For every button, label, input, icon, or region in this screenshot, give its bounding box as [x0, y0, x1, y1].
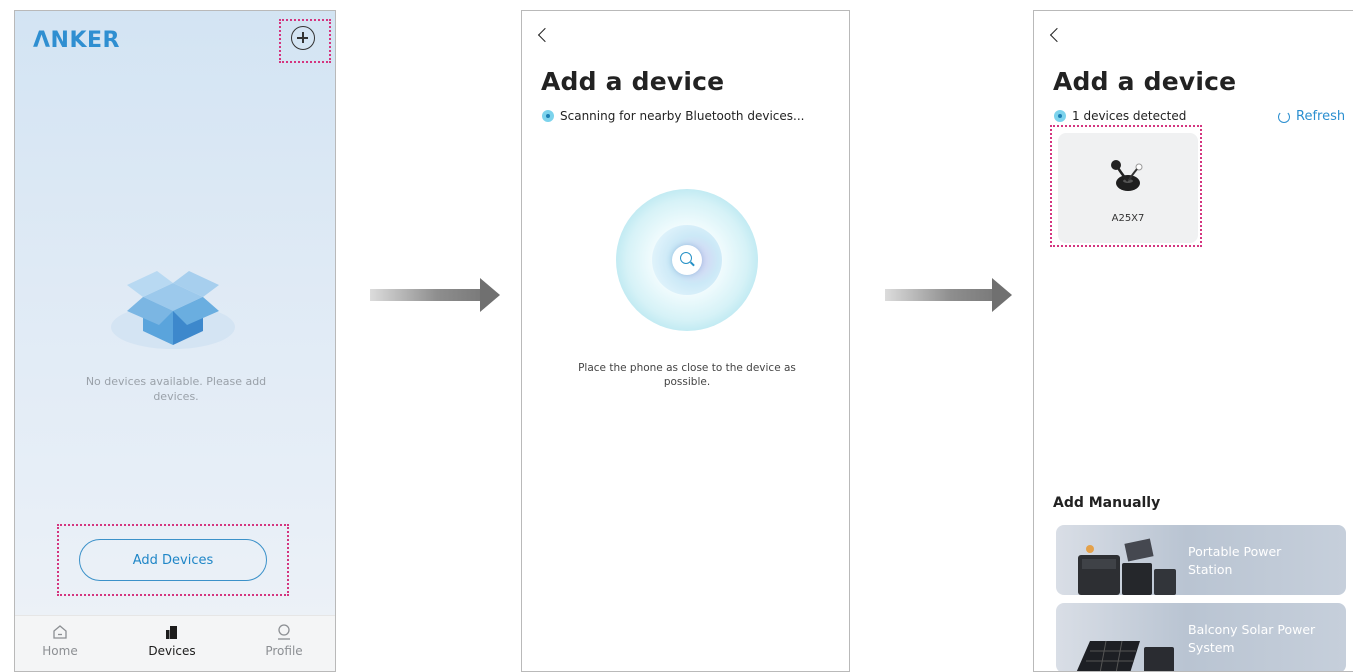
detection-status-text: 1 devices detected [1072, 109, 1187, 123]
bluetooth-status-icon [1054, 110, 1066, 122]
flow-arrow-head [992, 278, 1012, 312]
radar-inner-glow [652, 225, 722, 295]
scanning-radar [616, 189, 758, 331]
back-chevron-icon[interactable] [537, 27, 553, 43]
solar-panel-product-image [1076, 640, 1174, 671]
scan-status-text: Scanning for nearby Bluetooth devices... [560, 109, 805, 123]
detection-status: 1 devices detected [1054, 109, 1186, 123]
flow-arrow-head [480, 278, 500, 312]
highlight-plus-button [279, 19, 331, 63]
refresh-button[interactable]: Refresh [1278, 109, 1345, 124]
device-name: A25X7 [1111, 213, 1145, 224]
empty-state-message: No devices available. Please add devices… [85, 375, 267, 403]
power-station-product-image [1078, 538, 1176, 595]
device-card[interactable]: A25X7 [1058, 133, 1198, 243]
add-devices-button[interactable]: Add Devices [79, 539, 267, 581]
earbud-device-image [1111, 160, 1143, 191]
add-manually-heading: Add Manually [1053, 495, 1161, 511]
page-title: Add a device [1053, 67, 1237, 96]
flow-arrow [885, 289, 995, 301]
portable-power-station-label: Portable Power Station [1188, 544, 1282, 577]
refresh-icon [1278, 110, 1290, 123]
nav-devices[interactable]: Devices [137, 624, 207, 658]
search-icon [672, 245, 702, 275]
balcony-solar-label: Balcony Solar Power System [1188, 622, 1316, 655]
anker-logo: ΛNKER [33, 28, 120, 53]
placement-hint: Place the phone as close to the device a… [578, 362, 796, 388]
home-icon [53, 625, 67, 639]
scanning-screen: Add a device Scanning for nearby Bluetoo… [521, 10, 850, 672]
nav-home[interactable]: Home [25, 624, 95, 658]
nav-devices-label: Devices [148, 644, 196, 658]
page-title: Add a device [541, 67, 725, 96]
profile-icon [278, 624, 290, 640]
balcony-solar-card[interactable]: Balcony Solar Power System [1056, 603, 1346, 671]
nav-home-label: Home [42, 644, 78, 658]
refresh-label: Refresh [1296, 109, 1346, 124]
devices-icon [166, 626, 177, 639]
device-found-screen: Add a device 1 devices detected Refresh … [1033, 10, 1353, 672]
back-chevron-icon[interactable] [1049, 27, 1065, 43]
devices-screen: ΛNKER No devices available. Please add d… [14, 10, 336, 672]
scan-status: Scanning for nearby Bluetooth devices... [542, 109, 804, 123]
nav-profile[interactable]: Profile [249, 624, 319, 658]
portable-power-station-card[interactable]: Portable Power Station [1056, 525, 1346, 595]
bluetooth-status-icon [542, 110, 554, 122]
bottom-navigation: Home Devices Profile [15, 615, 335, 671]
nav-profile-label: Profile [265, 644, 303, 658]
flow-arrow [370, 289, 482, 301]
empty-box-illustration [111, 271, 235, 349]
